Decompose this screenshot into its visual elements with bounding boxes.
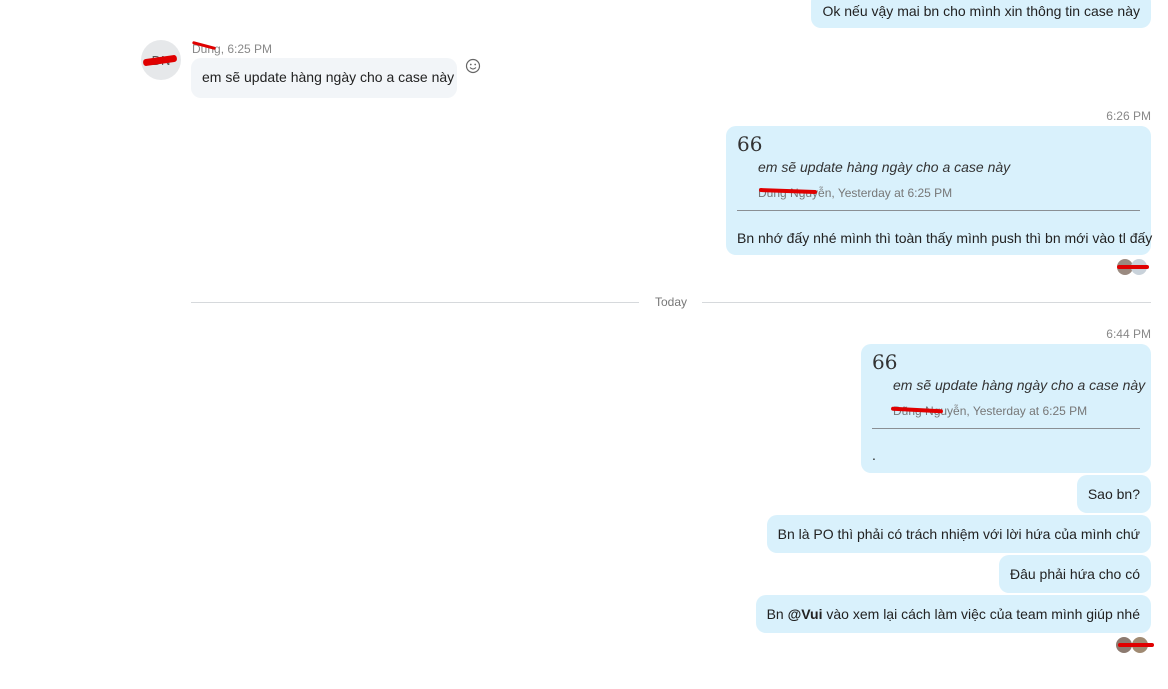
message-text: Ok nếu vậy mai bn cho mình xin thông tin… bbox=[822, 3, 1140, 19]
quoted-text: em sẽ update hàng ngày cho a case này bbox=[893, 377, 1146, 393]
message-text: Đâu phải hứa cho có bbox=[1009, 566, 1140, 582]
message-text: . bbox=[872, 447, 876, 463]
day-divider-label: Today bbox=[655, 295, 688, 309]
redaction-mark bbox=[1118, 643, 1154, 647]
message-timestamp: 6:26 PM bbox=[1106, 109, 1151, 123]
message-text: Bn nhớ đấy nhé mình thì toàn thấy mình p… bbox=[737, 230, 1153, 246]
redaction-mark bbox=[1117, 265, 1149, 269]
avatar[interactable]: DN bbox=[141, 40, 181, 80]
message-bubble-outgoing[interactable]: Bn @Vui vào xem lại cách làm việc của te… bbox=[755, 595, 1151, 633]
message-bubble-outgoing-quote[interactable]: 66 em sẽ update hàng ngày cho a case này… bbox=[861, 344, 1151, 473]
message-bubble-outgoing-quote[interactable]: 66 em sẽ update hàng ngày cho a case này… bbox=[726, 126, 1153, 255]
message-text: Sao bn? bbox=[1087, 486, 1140, 502]
message-text: em sẽ update hàng ngày cho a case này bbox=[202, 69, 455, 85]
smiley-icon[interactable] bbox=[465, 58, 481, 74]
message-text: Bn là PO thì phải có trách nhiệm với lời… bbox=[777, 526, 1140, 542]
quote-icon: 66 bbox=[737, 132, 763, 156]
message-timestamp: 6:44 PM bbox=[1106, 327, 1151, 341]
message-bubble-outgoing[interactable]: Bn là PO thì phải có trách nhiệm với lời… bbox=[766, 515, 1151, 553]
quote-icon: 66 bbox=[872, 350, 898, 374]
quote-divider bbox=[737, 210, 1140, 211]
message-bubble-outgoing[interactable]: Ok nếu vậy mai bn cho mình xin thông tin… bbox=[811, 0, 1151, 28]
day-divider-line bbox=[702, 302, 1151, 303]
message-bubble-incoming[interactable]: em sẽ update hàng ngày cho a case này bbox=[191, 58, 457, 98]
mention[interactable]: @Vui bbox=[788, 606, 823, 622]
message-bubble-outgoing[interactable]: Sao bn? bbox=[1076, 475, 1151, 513]
quoted-text: em sẽ update hàng ngày cho a case này bbox=[758, 159, 1011, 175]
quote-divider bbox=[872, 428, 1140, 429]
message-text: vào xem lại cách làm việc của team mình … bbox=[822, 606, 1140, 622]
day-divider-line bbox=[191, 302, 639, 303]
message-text: Bn bbox=[766, 606, 788, 622]
message-bubble-outgoing[interactable]: Đâu phải hứa cho có bbox=[998, 555, 1151, 593]
